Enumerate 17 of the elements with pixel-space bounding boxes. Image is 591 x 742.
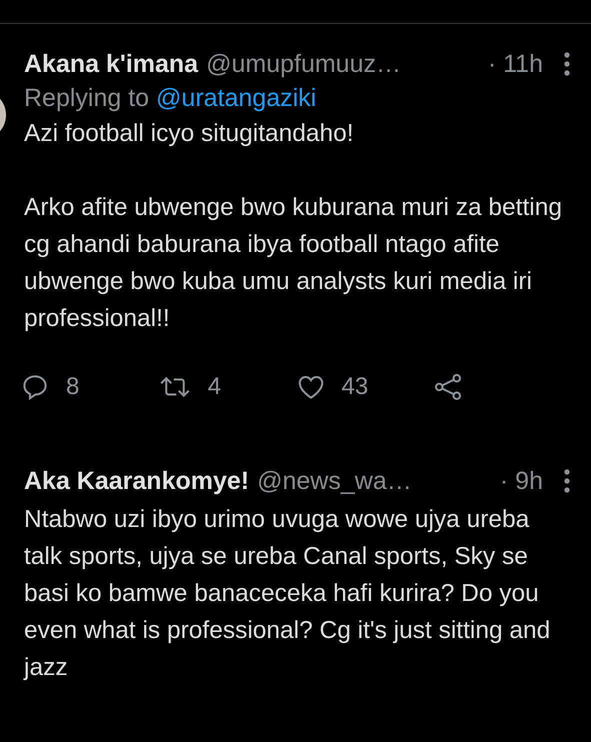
- tweet-time: · 11h: [488, 50, 543, 78]
- tweet-text: Arko afite ubwenge bwo kuburana muri za betting cg ahandi baburana ibya football ntago afite ubwenge bwo kuba umu analysts kuri media iri professional!!: [24, 193, 563, 334]
- retweet-count: 4: [208, 373, 222, 401]
- author-handle[interactable]: @umupfumuuz…: [206, 50, 401, 78]
- author-handle[interactable]: @news_wa…: [257, 466, 412, 496]
- replying-label: Replying to: [24, 84, 150, 112]
- tweet-text: Ntabwo uzi ibyo urimo uvuga wowe ujya ureba talk sports, ujya se ureba Canal sports, Sky se basi ko bamwe banaceceka hafi kurira? Do you even what is professional? Cg it's just sitting and jazz: [24, 505, 552, 683]
- reply-count: 8: [66, 373, 80, 401]
- author-name[interactable]: Akana k'imana: [24, 50, 198, 78]
- share-icon[interactable]: [433, 372, 464, 402]
- tweet-text: Azi football icyo situgitandaho!: [24, 119, 355, 149]
- more-icon[interactable]: [563, 51, 571, 77]
- like-count: 43: [342, 373, 368, 401]
- tweet-time: · 9h: [500, 466, 543, 496]
- mention-link[interactable]: @uratangaziki: [156, 84, 316, 112]
- author-name[interactable]: Aka Kaarankomye!: [24, 466, 250, 496]
- more-icon[interactable]: [563, 468, 571, 494]
